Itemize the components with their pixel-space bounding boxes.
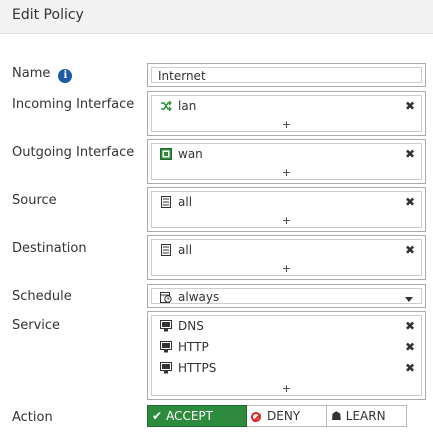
outgoing-interface-field[interactable]: wan ✖ + xyxy=(147,139,426,184)
add-source-button[interactable]: + xyxy=(282,214,291,227)
add-destination-button[interactable]: + xyxy=(282,262,291,275)
source-label: Source xyxy=(12,193,57,208)
deny-button[interactable]: DENY xyxy=(247,405,327,427)
shuffle-icon xyxy=(161,100,172,112)
destination-field[interactable]: all ✖ + xyxy=(147,235,426,280)
name-label-text: Name xyxy=(12,66,51,81)
network-port-icon xyxy=(160,148,172,160)
address-list-icon xyxy=(161,244,171,256)
schedule-label: Schedule xyxy=(12,289,72,304)
remove-service-button[interactable]: ✖ xyxy=(405,361,415,375)
graduation-cap-icon: ☗ xyxy=(331,409,342,423)
service-item-label: HTTPS xyxy=(178,361,217,375)
service-monitor-icon xyxy=(160,341,172,353)
source-field[interactable]: all ✖ + xyxy=(147,187,426,232)
prohibited-icon xyxy=(251,412,261,422)
service-monitor-icon xyxy=(160,320,172,332)
service-monitor-icon xyxy=(160,362,172,374)
remove-service-button[interactable]: ✖ xyxy=(405,340,415,354)
schedule-select[interactable]: always xyxy=(147,284,426,308)
info-icon[interactable]: i xyxy=(58,69,73,83)
action-label: Action xyxy=(12,410,53,425)
outgoing-interface-item-label: wan xyxy=(178,147,203,161)
incoming-interface-field[interactable]: lan ✖ + xyxy=(147,91,426,136)
outgoing-interface-item: wan xyxy=(160,147,203,161)
name-label: Name i xyxy=(12,66,73,83)
deny-label: DENY xyxy=(267,409,301,423)
source-item-label: all xyxy=(178,195,193,209)
dialog-title: Edit Policy xyxy=(12,7,84,23)
service-item: HTTPS xyxy=(160,361,216,375)
add-outgoing-button[interactable]: + xyxy=(282,166,291,179)
calendar-clock-icon xyxy=(160,292,172,303)
learn-label: LEARN xyxy=(345,409,386,423)
dialog-header: Edit Policy xyxy=(0,0,433,34)
destination-label: Destination xyxy=(12,241,87,256)
check-icon: ✔ xyxy=(152,409,163,423)
incoming-interface-label: Incoming Interface xyxy=(12,97,135,112)
incoming-interface-item: lan xyxy=(160,99,196,113)
service-label: Service xyxy=(12,318,61,333)
service-item-label: DNS xyxy=(178,319,204,333)
learn-button[interactable]: ☗ LEARN xyxy=(327,405,407,427)
name-value[interactable]: Internet xyxy=(158,69,206,83)
schedule-selected: always xyxy=(160,290,219,304)
service-item: DNS xyxy=(160,319,204,333)
destination-item-label: all xyxy=(178,243,193,257)
source-item: all xyxy=(160,195,192,209)
schedule-value: always xyxy=(178,290,220,304)
name-field[interactable]: Internet xyxy=(147,63,426,87)
remove-source-button[interactable]: ✖ xyxy=(405,195,415,209)
incoming-interface-item-label: lan xyxy=(178,99,197,113)
add-service-button[interactable]: + xyxy=(282,382,291,395)
address-list-icon xyxy=(161,196,171,208)
remove-outgoing-button[interactable]: ✖ xyxy=(405,147,415,161)
service-item: HTTP xyxy=(160,340,209,354)
remove-destination-button[interactable]: ✖ xyxy=(405,243,415,257)
accept-label: ACCEPT xyxy=(166,409,213,423)
remove-incoming-button[interactable]: ✖ xyxy=(405,99,415,113)
destination-item: all xyxy=(160,243,192,257)
service-item-label: HTTP xyxy=(178,340,209,354)
service-field[interactable]: DNS ✖ HTTP ✖ HTTPS ✖ + xyxy=(147,311,426,400)
remove-service-button[interactable]: ✖ xyxy=(405,319,415,333)
accept-button[interactable]: ✔ ACCEPT xyxy=(147,405,247,427)
outgoing-interface-label: Outgoing Interface xyxy=(12,145,135,160)
chevron-down-icon[interactable] xyxy=(405,297,413,302)
add-incoming-button[interactable]: + xyxy=(282,118,291,131)
